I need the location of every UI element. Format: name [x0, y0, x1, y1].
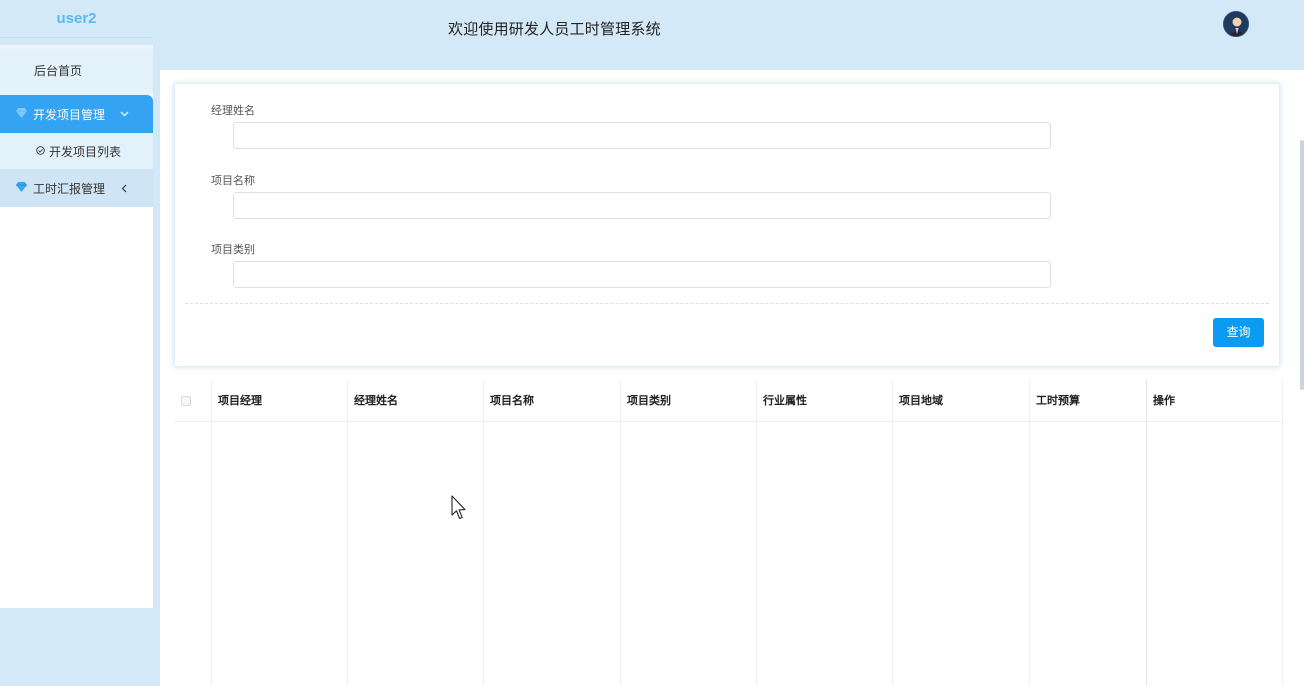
mouse-cursor-icon: [451, 495, 467, 524]
column-divider: [892, 380, 893, 686]
form-divider: [185, 303, 1269, 304]
sidebar: 后台首页 开发项目管理 开发项目列表 工时汇报管理: [0, 45, 153, 608]
column-divider: [211, 380, 212, 686]
column-header-region[interactable]: 项目地域: [893, 380, 943, 422]
sidebar-item-home[interactable]: 后台首页: [0, 51, 153, 89]
top-header: user2 欢迎使用研发人员工时管理系统: [0, 0, 1304, 70]
manager-name-input[interactable]: [233, 122, 1051, 149]
diamond-icon: [16, 107, 27, 121]
column-header-project-type[interactable]: 项目类别: [621, 380, 671, 422]
sidebar-item-label: 开发项目管理: [33, 107, 106, 122]
main-content: 经理姓名 项目名称 项目类别 查询 项目经理 经理姓名 项目名称 项目类别 行业…: [160, 70, 1304, 686]
chevron-down-icon: [120, 107, 129, 121]
project-type-input[interactable]: [233, 261, 1051, 288]
sidebar-item-label: 开发项目列表: [49, 144, 122, 159]
search-form: 经理姓名 项目名称 项目类别 查询: [174, 83, 1280, 367]
page-scrollbar[interactable]: [1300, 140, 1304, 390]
check-circle-icon: [36, 144, 45, 158]
brand-user-name: user2: [0, 0, 153, 38]
chevron-left-icon: [120, 182, 129, 196]
column-divider: [756, 380, 757, 686]
column-header-project-name[interactable]: 项目名称: [484, 380, 534, 422]
column-divider: [1029, 380, 1030, 686]
column-divider: [1282, 380, 1283, 686]
page-title: 欢迎使用研发人员工时管理系统: [448, 20, 661, 38]
sidebar-item-dev-project-list[interactable]: 开发项目列表: [0, 133, 153, 169]
project-name-input[interactable]: [233, 192, 1051, 219]
manager-name-label: 经理姓名: [211, 104, 255, 117]
sidebar-item-dev-project-mgmt[interactable]: 开发项目管理: [0, 95, 153, 133]
column-divider: [620, 380, 621, 686]
project-type-label: 项目类别: [211, 243, 255, 256]
sidebar-item-work-report-mgmt[interactable]: 工时汇报管理: [0, 169, 153, 207]
diamond-icon: [16, 181, 27, 195]
select-all-checkbox[interactable]: [181, 396, 191, 406]
sidebar-item-label: 后台首页: [34, 63, 83, 78]
column-header-project-manager[interactable]: 项目经理: [212, 380, 262, 422]
column-header-hours-budget[interactable]: 工时预算: [1030, 380, 1080, 422]
column-header-industry[interactable]: 行业属性: [757, 380, 807, 422]
column-divider: [1146, 380, 1147, 686]
column-divider: [483, 380, 484, 686]
column-header-manager-name[interactable]: 经理姓名: [348, 380, 398, 422]
sidebar-item-label: 工时汇报管理: [33, 181, 106, 196]
project-name-label: 项目名称: [211, 174, 255, 187]
query-button[interactable]: 查询: [1213, 318, 1264, 347]
table-header: 项目经理 经理姓名 项目名称 项目类别 行业属性 项目地域 工时预算 操作: [174, 380, 1284, 422]
user-avatar-icon[interactable]: [1223, 11, 1249, 37]
column-divider: [347, 380, 348, 686]
sidebar-home-wrapper: 后台首页: [0, 45, 153, 95]
column-header-actions: 操作: [1153, 394, 1175, 407]
project-table: 项目经理 经理姓名 项目名称 项目类别 行业属性 项目地域 工时预算 操作: [174, 380, 1284, 686]
